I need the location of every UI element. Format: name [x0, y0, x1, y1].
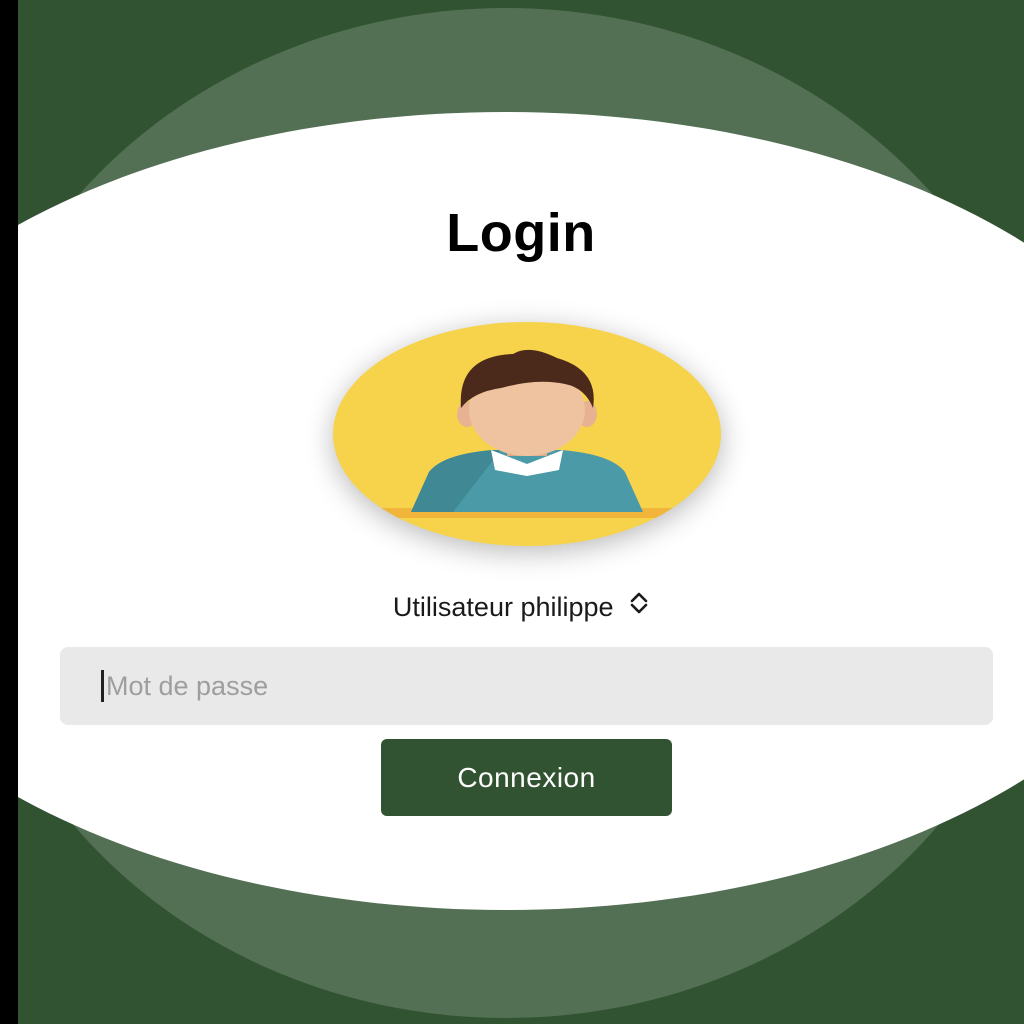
text-cursor	[101, 670, 104, 702]
user-selector[interactable]: Utilisateur philippe	[18, 592, 1024, 623]
chevron-up-down-icon	[629, 591, 649, 622]
login-screen: Login Utilisateur philippe Connexion	[18, 0, 1024, 1024]
user-selector-label: Utilisateur philippe	[392, 592, 614, 622]
password-field[interactable]	[60, 647, 993, 725]
connect-button[interactable]: Connexion	[381, 739, 672, 816]
user-avatar-icon	[333, 322, 721, 546]
password-input[interactable]	[106, 647, 993, 725]
page-title: Login	[446, 203, 596, 263]
